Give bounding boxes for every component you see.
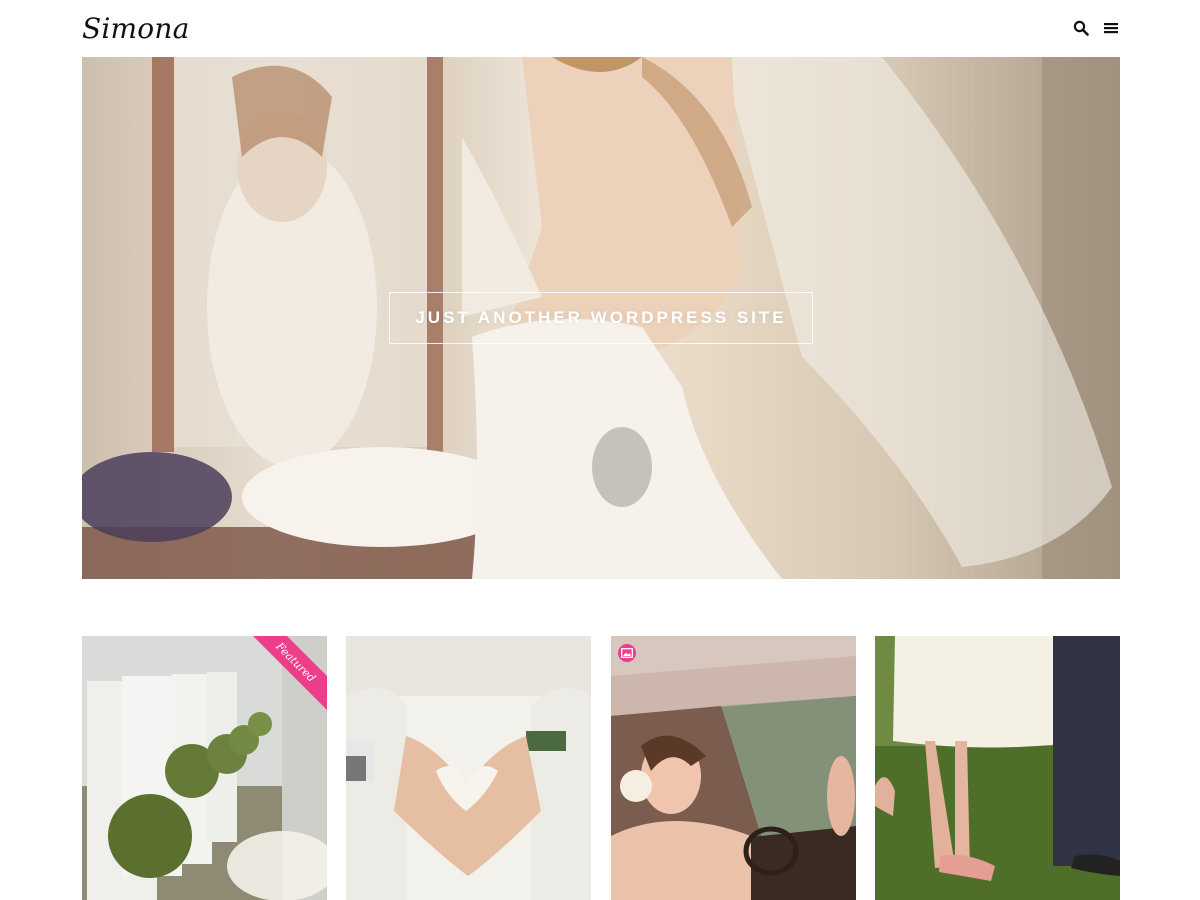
hero-banner: JUST ANOTHER WORDPRESS SITE (82, 57, 1120, 579)
post-card[interactable]: Featured (82, 636, 327, 900)
post-card[interactable] (875, 636, 1120, 900)
post-thumbnail (82, 636, 327, 900)
post-thumbnail (346, 636, 591, 900)
image-format-icon (618, 644, 636, 662)
site-tagline[interactable]: JUST ANOTHER WORDPRESS SITE (389, 292, 813, 344)
header-icons (1072, 19, 1120, 37)
post-thumbnail (611, 636, 856, 900)
post-card[interactable] (611, 636, 856, 900)
menu-icon[interactable] (1102, 19, 1120, 37)
post-thumbnail (875, 636, 1120, 900)
site-header: Simona (82, 0, 1120, 57)
site-logo[interactable]: Simona (82, 12, 189, 45)
post-grid: Featured (82, 636, 1120, 900)
search-icon[interactable] (1072, 19, 1090, 37)
post-card[interactable] (346, 636, 591, 900)
